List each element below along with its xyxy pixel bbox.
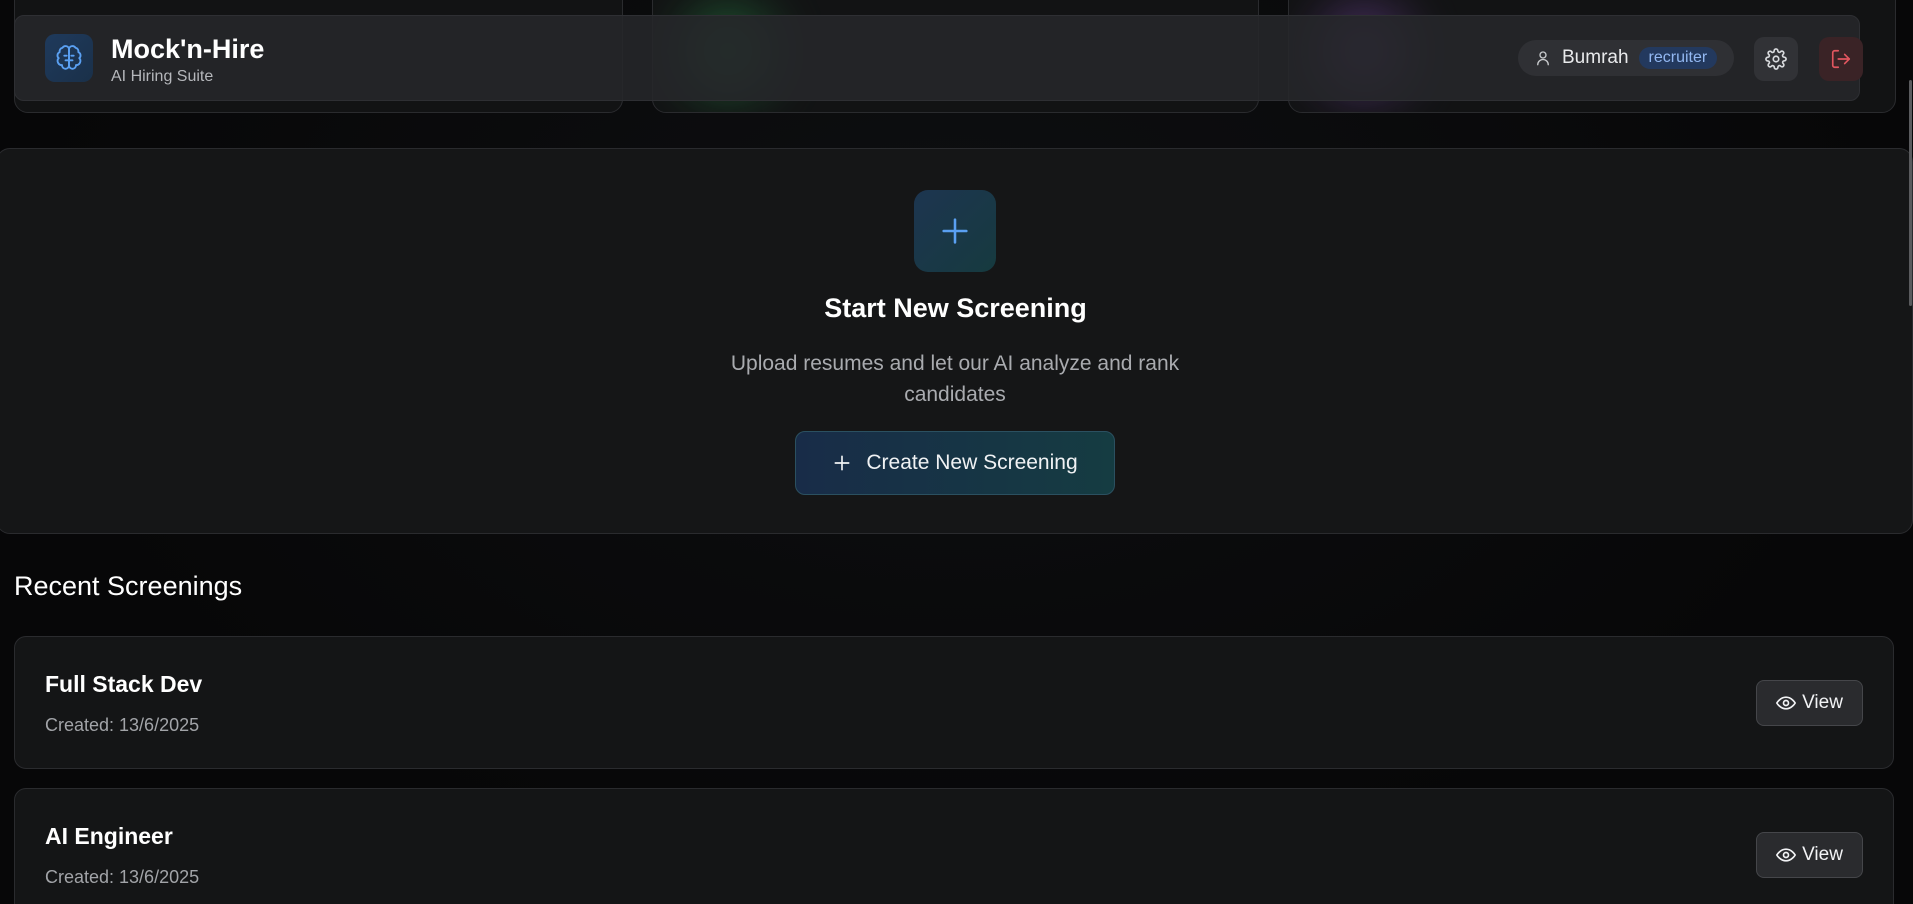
app-subtitle: AI Hiring Suite (111, 68, 214, 85)
view-button[interactable]: View (1756, 680, 1863, 726)
hero-title: Start New Screening (824, 293, 1087, 323)
create-button-label: Create New Screening (866, 451, 1078, 474)
eye-icon (1776, 693, 1797, 713)
eye-icon (1776, 845, 1797, 865)
plus-icon (914, 190, 996, 272)
user-name: Bumrah (1562, 47, 1629, 68)
screening-date: Created: 13/6/2025 (45, 867, 200, 887)
hero-description: Upload resumes and let our AI analyze an… (730, 352, 1180, 406)
create-new-screening-button[interactable]: Create New Screening (795, 431, 1115, 495)
start-screening-panel: Start New Screening Upload resumes and l… (0, 148, 1913, 534)
view-label: View (1802, 844, 1843, 865)
screening-name: AI Engineer (45, 823, 173, 849)
user-profile-pill[interactable]: Bumrah recruiter (1518, 40, 1734, 76)
app-title: Mock'n-Hire (111, 34, 265, 64)
app-header: Mock'n-Hire AI Hiring Suite Bumrah recru… (14, 15, 1863, 101)
gear-icon (1765, 48, 1787, 70)
view-label: View (1802, 692, 1843, 713)
user-icon (1534, 49, 1552, 67)
list-item: AI Engineer Created: 13/6/2025 View (14, 788, 1894, 904)
logout-icon (1830, 48, 1852, 70)
settings-button[interactable] (1754, 37, 1798, 81)
scrollbar[interactable] (1907, 0, 1913, 904)
view-button[interactable]: View (1756, 832, 1863, 878)
recent-screenings-heading: Recent Screenings (14, 571, 243, 601)
scrollbar-thumb[interactable] (1909, 80, 1912, 306)
logout-button[interactable] (1819, 37, 1863, 81)
list-item: Full Stack Dev Created: 13/6/2025 View (14, 636, 1894, 769)
plus-icon (832, 453, 852, 473)
dashboard-page: Mock'n-Hire AI Hiring Suite Bumrah recru… (0, 0, 1913, 904)
role-badge: recruiter (1638, 47, 1718, 69)
brain-icon (45, 34, 93, 82)
screening-date: Created: 13/6/2025 (45, 715, 200, 735)
screening-name: Full Stack Dev (45, 671, 203, 697)
